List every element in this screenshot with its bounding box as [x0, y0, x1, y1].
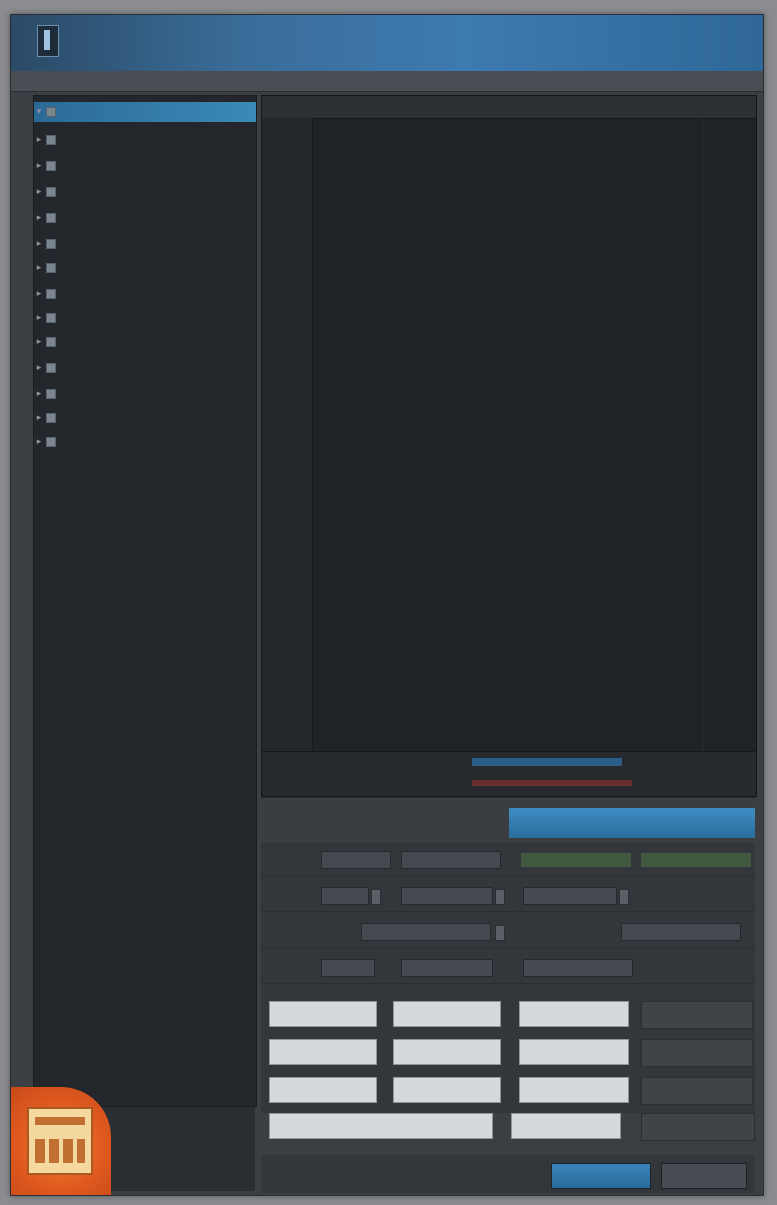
grid-cell[interactable] [519, 1077, 629, 1103]
spinner-icon[interactable] [495, 925, 505, 941]
prop-row-2 [261, 883, 755, 912]
tree-item-4[interactable]: ▸ [34, 208, 256, 228]
folder-icon [46, 312, 56, 323]
prop-field[interactable] [401, 851, 501, 869]
spinner-icon[interactable] [619, 889, 629, 905]
tree-item-12[interactable]: ▸ [34, 408, 256, 428]
tree-item-7[interactable]: ▸ [34, 284, 256, 304]
prop-field[interactable] [361, 923, 491, 941]
column-divider [702, 118, 703, 796]
prop-field[interactable] [523, 887, 617, 905]
spinner-icon[interactable] [495, 889, 505, 905]
expand-icon[interactable]: ▸ [34, 308, 44, 328]
expand-icon[interactable]: ▸ [34, 234, 44, 254]
expand-icon[interactable]: ▸ [34, 130, 44, 150]
expand-icon[interactable]: ▸ [34, 358, 44, 378]
grid-side-cell [641, 1113, 755, 1141]
line-gutter [262, 118, 313, 796]
properties-tabbar [261, 797, 755, 842]
prop-row-1 [261, 847, 755, 876]
editor-panel[interactable] [261, 95, 757, 797]
grid-side-cell [641, 1039, 753, 1067]
grid-cell[interactable] [393, 1077, 501, 1103]
folder-icon [46, 412, 56, 423]
grid-cell[interactable] [269, 1077, 377, 1103]
spinner-icon[interactable] [371, 889, 381, 905]
tree-item-1[interactable]: ▸ [34, 130, 256, 150]
status-tag [521, 853, 631, 867]
editor-status [262, 751, 756, 796]
prop-row-3 [261, 919, 755, 948]
folder-icon [46, 160, 56, 171]
prop-field[interactable] [321, 851, 391, 869]
sidebar-tree[interactable]: ▾ ▸ ▸ ▸ ▸ ▸ ▸ ▸ ▸ ▸ ▸ ▸ ▸ ▸ [33, 95, 257, 1107]
prop-field[interactable] [401, 959, 493, 977]
expand-icon[interactable]: ▸ [34, 384, 44, 404]
folder-icon [46, 336, 56, 347]
expand-icon[interactable]: ▸ [34, 332, 44, 352]
collapse-icon[interactable]: ▾ [34, 102, 44, 122]
grid-side-cell [641, 1077, 753, 1105]
grid-cell[interactable] [269, 1001, 377, 1027]
tree-item-5[interactable]: ▸ [34, 234, 256, 254]
tree-item-13[interactable]: ▸ [34, 432, 256, 452]
folder-icon [46, 238, 56, 249]
properties-panel [261, 843, 755, 1113]
cancel-button[interactable] [661, 1163, 747, 1189]
folder-icon [46, 436, 56, 447]
brand-badge-icon [11, 1087, 111, 1195]
prop-field[interactable] [401, 887, 493, 905]
main-window: ▾ ▸ ▸ ▸ ▸ ▸ ▸ ▸ ▸ ▸ ▸ ▸ ▸ ▸ [10, 14, 764, 1196]
status-tag [641, 853, 751, 867]
grid-cell[interactable] [269, 1113, 493, 1139]
expand-icon[interactable]: ▸ [34, 182, 44, 202]
prop-field[interactable] [523, 959, 633, 977]
folder-icon [46, 262, 56, 273]
folder-icon [46, 212, 56, 223]
grid-cell[interactable] [519, 1039, 629, 1065]
menu-bar [11, 71, 763, 92]
expand-icon[interactable]: ▸ [34, 284, 44, 304]
expand-icon[interactable]: ▸ [34, 258, 44, 278]
prop-row-4 [261, 955, 755, 984]
title-bar [11, 15, 763, 71]
prop-field[interactable] [321, 959, 375, 977]
tree-item-10[interactable]: ▸ [34, 358, 256, 378]
prop-field[interactable] [321, 887, 369, 905]
expand-icon[interactable]: ▸ [34, 208, 44, 228]
expand-icon[interactable]: ▸ [34, 156, 44, 176]
expand-icon[interactable]: ▸ [34, 432, 44, 452]
app-logo-icon [37, 25, 59, 57]
folder-icon [46, 388, 56, 399]
ok-button[interactable] [551, 1163, 651, 1189]
folder-icon [46, 288, 56, 299]
folder-icon [46, 362, 56, 373]
tree-item-6[interactable]: ▸ [34, 258, 256, 278]
tab-general[interactable] [261, 808, 501, 838]
calendar-icon [27, 1107, 93, 1175]
folder-icon [46, 106, 56, 117]
grid-cell[interactable] [511, 1113, 621, 1139]
expand-icon[interactable]: ▸ [34, 408, 44, 428]
editor-header [262, 96, 756, 119]
folder-icon [46, 134, 56, 145]
grid-side-cell [641, 1001, 753, 1029]
tree-item-9[interactable]: ▸ [34, 332, 256, 352]
grid-cell[interactable] [519, 1001, 629, 1027]
prop-field[interactable] [621, 923, 741, 941]
grid-cell[interactable] [393, 1039, 501, 1065]
tree-item-8[interactable]: ▸ [34, 308, 256, 328]
grid-cell[interactable] [393, 1001, 501, 1027]
tree-item-2[interactable]: ▸ [34, 156, 256, 176]
tree-item-3[interactable]: ▸ [34, 182, 256, 202]
editor-row[interactable] [322, 122, 756, 140]
status-indicator-red [472, 780, 632, 786]
tree-item-0[interactable]: ▾ [34, 102, 256, 122]
tab-advanced[interactable] [509, 808, 755, 838]
folder-icon [46, 186, 56, 197]
dialog-button-bar [261, 1155, 755, 1193]
status-indicator-blue [472, 758, 622, 766]
tree-item-11[interactable]: ▸ [34, 384, 256, 404]
grid-cell[interactable] [269, 1039, 377, 1065]
